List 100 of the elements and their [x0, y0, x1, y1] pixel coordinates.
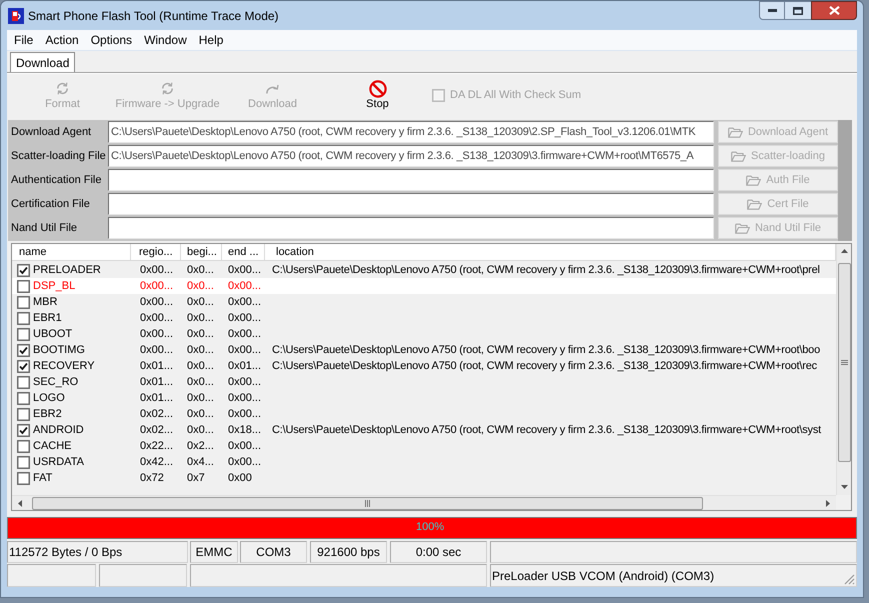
table-cell: 0x0... [187, 376, 214, 388]
table-cell: 0x00... [228, 376, 262, 388]
checkbox[interactable] [17, 280, 30, 292]
table-cell: ANDROID [33, 424, 84, 436]
table-cell: FAT [33, 472, 52, 484]
status-text: PreLoader USB VCOM (Android) (COM3) [492, 568, 714, 582]
table-cell: LOGO [33, 392, 65, 404]
table-cell: BOOTIMG [33, 344, 85, 356]
field-label: Certification File [10, 198, 91, 210]
scroll-down-arrow-icon[interactable] [840, 485, 848, 489]
resize-grip-icon[interactable] [844, 574, 855, 585]
folder-icon [746, 174, 762, 186]
table-cell: EBR2 [33, 408, 62, 420]
table-cell: 0x00... [140, 264, 174, 276]
table-cell: 0x2... [187, 440, 214, 452]
path-field[interactable]: C:\Users\Pauete\Desktop\Lenovo A750 (root, CWM recovery y firm 2.3.6. _S138_120309\2.SP_Flash_Tool_v3.1206.01\MTK [108, 121, 714, 143]
checkbox[interactable] [17, 296, 30, 308]
menu-item[interactable]: Help [192, 32, 230, 48]
status-text: COM3 [256, 545, 291, 559]
table-cell: SEC_RO [33, 376, 78, 388]
table-cell: 0x22... [140, 440, 174, 452]
table-cell: 0x18... [228, 424, 262, 436]
minimize-icon [768, 9, 776, 12]
table-cell: 0x0... [187, 264, 214, 276]
horizontal-scrollbar[interactable] [12, 495, 836, 510]
table-cell: 0x0... [187, 408, 214, 420]
folder-icon [728, 126, 743, 138]
table-cell: DSP_BL [33, 280, 76, 292]
table-cell: 0x00... [228, 440, 262, 452]
column-header[interactable]: end ... [222, 244, 265, 260]
menu-item[interactable]: File [8, 32, 40, 48]
checkbox[interactable] [17, 264, 30, 276]
table-cell: 0x01... [228, 360, 262, 372]
table-cell: 0x00... [228, 280, 262, 292]
table-row[interactable]: DSP_BL 0x00... 0x0... 0x00... [12, 278, 836, 294]
table-cell: 0x00... [228, 328, 262, 340]
checkbox[interactable] [17, 376, 30, 388]
status-text: 921600 bps [317, 545, 380, 559]
path-field[interactable] [108, 169, 714, 191]
circular-arrows-icon [161, 82, 174, 95]
checkbox[interactable] [17, 344, 30, 356]
checkbox[interactable] [17, 312, 30, 324]
table-cell: C:\Users\Pauete\Desktop\Lenovo A750 (root, CWM recovery y firm 2.3.6. _S138_120309\3.firmware+CWM+root\syst [272, 424, 822, 436]
path-field[interactable] [108, 193, 714, 215]
column-header[interactable]: name [12, 244, 131, 260]
curved-arrow-icon [266, 84, 279, 94]
checkbox[interactable] [17, 328, 30, 340]
table-cell: 0x00... [228, 264, 262, 276]
column-header[interactable]: regio... [131, 244, 181, 260]
menu-item[interactable]: Options [84, 32, 138, 48]
table-cell: 0x0... [187, 312, 214, 324]
circular-arrows-icon [56, 82, 69, 95]
folder-icon [747, 198, 762, 210]
checkbox[interactable] [17, 472, 30, 484]
column-header[interactable]: begi... [181, 244, 222, 260]
table-cell: C:\Users\Pauete\Desktop\Lenovo A750 (root, CWM recovery y firm 2.3.6. _S138_120309\3.firmware+CWM+root\rec [272, 360, 817, 372]
table-cell: 0x7 [187, 472, 205, 484]
scroll-left-arrow-icon[interactable] [18, 500, 22, 506]
table-cell: 0x42... [140, 456, 174, 468]
maximize-icon [793, 6, 803, 14]
checkbox[interactable] [17, 440, 30, 452]
vertical-scrollbar[interactable] [836, 244, 851, 495]
tab[interactable]: Download [10, 52, 76, 72]
scrollbar-thumb[interactable] [838, 263, 850, 462]
checkbox[interactable] [17, 456, 30, 468]
table-cell: 0x00... [140, 328, 174, 340]
table-cell: 0x00 [228, 472, 252, 484]
checkbox[interactable] [17, 360, 30, 372]
checkbox-label: DA DL All With Check Sum [450, 89, 582, 102]
toolbar-button[interactable]: Stop [325, 74, 430, 118]
maximize-button[interactable] [785, 1, 811, 20]
path-field[interactable]: C:\Users\Pauete\Desktop\Lenovo A750 (root, CWM recovery y firm 2.3.6. _S138_120309\3.firmware+CWM+root\MT6575_A [108, 145, 714, 167]
table-cell: 0x4... [187, 456, 214, 468]
minimize-button[interactable] [759, 1, 785, 20]
table-cell: 0x01... [140, 360, 174, 372]
folder-icon [734, 222, 750, 234]
scroll-right-arrow-icon[interactable] [826, 500, 830, 506]
app-icon [8, 8, 24, 24]
table-cell: 0x00... [228, 296, 262, 308]
menu-item[interactable]: Window [138, 32, 193, 48]
table-cell: 0x00... [140, 312, 174, 324]
grip-icon [364, 500, 370, 506]
table-cell: 0x00... [228, 456, 262, 468]
checkbox[interactable] [17, 392, 30, 404]
menu-item[interactable]: Action [39, 32, 85, 48]
scroll-up-arrow-icon[interactable] [840, 249, 848, 253]
table-cell: 0x0... [187, 424, 214, 436]
path-field[interactable] [108, 217, 714, 239]
table-cell: 0x0... [187, 328, 214, 340]
table-cell: 0x00... [140, 296, 174, 308]
checkbox[interactable] [17, 408, 30, 420]
field-label: Nand Util File [10, 222, 78, 234]
table-cell: 0x00... [228, 392, 262, 404]
table-cell: 0x00... [140, 280, 174, 292]
checkbox[interactable] [17, 424, 30, 436]
table-cell: RECOVERY [33, 360, 95, 372]
field-label: Authentication File [10, 174, 102, 186]
close-button[interactable] [811, 1, 857, 20]
scrollbar-thumb[interactable] [32, 496, 703, 510]
table-cell: 0x01... [140, 376, 174, 388]
